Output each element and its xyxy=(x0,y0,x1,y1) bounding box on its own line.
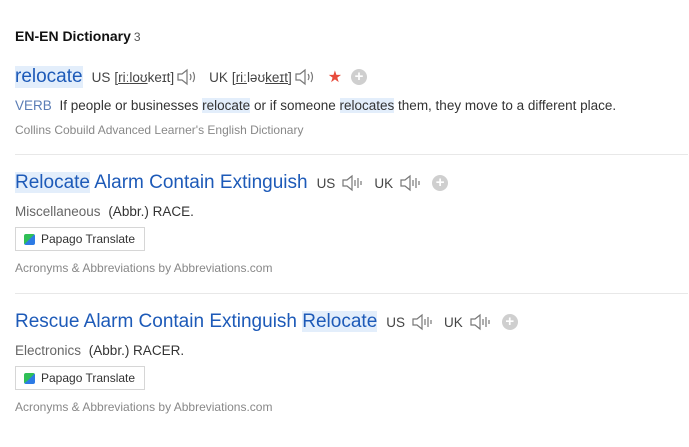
headword-link[interactable]: Relocate Alarm Contain Extinguish xyxy=(15,172,308,194)
speaker-icon[interactable] xyxy=(411,312,435,332)
result-count: 3 xyxy=(133,30,141,44)
speaker-icon[interactable] xyxy=(341,173,365,193)
papago-translate-button[interactable]: Papago Translate xyxy=(15,366,146,390)
uk-pronunciation: UK xyxy=(444,312,493,332)
headword-row: relocate US [riːloʊkeɪt] UK [riːləʊkeɪt]… xyxy=(15,66,688,88)
speaker-icon[interactable] xyxy=(399,173,423,193)
category-label: Electronics xyxy=(15,343,82,358)
speaker-icon[interactable] xyxy=(176,67,200,87)
entry-race: Relocate Alarm Contain Extinguish US UK … xyxy=(15,154,688,275)
us-pronunciation: US xyxy=(386,312,435,332)
source-label: Collins Cobuild Advanced Learner's Engli… xyxy=(15,123,304,137)
uk-label: UK xyxy=(374,175,394,191)
category-label: Miscellaneous xyxy=(15,204,101,219)
definition: VERB If people or businesses relocate or… xyxy=(15,98,617,113)
add-icon[interactable]: + xyxy=(351,69,368,85)
entry-racer: Rescue Alarm Contain Extinguish Relocate… xyxy=(15,293,688,414)
us-ipa: [riːloʊkeɪt] xyxy=(114,69,175,85)
add-icon[interactable]: + xyxy=(432,175,449,191)
headword-link[interactable]: Rescue Alarm Contain Extinguish Relocate xyxy=(15,311,378,333)
uk-label: UK xyxy=(444,314,463,330)
source-label: Acronyms & Abbreviations by Abbreviation… xyxy=(15,261,273,275)
us-label: US xyxy=(91,69,111,85)
uk-pronunciation: UK xyxy=(374,173,423,193)
star-icon[interactable]: ★ xyxy=(328,67,342,87)
speaker-icon[interactable] xyxy=(469,312,493,332)
dictionary-title: EN-EN Dictionary xyxy=(15,28,131,44)
headword-row: Rescue Alarm Contain Extinguish Relocate… xyxy=(15,311,688,333)
headword-link[interactable]: relocate xyxy=(15,66,83,88)
papago-icon xyxy=(24,372,35,384)
part-of-speech: VERB xyxy=(15,98,52,113)
uk-pronunciation: UK [riːləʊkeɪt] xyxy=(209,67,318,87)
headword-row: Relocate Alarm Contain Extinguish US UK … xyxy=(15,172,688,194)
us-pronunciation: US [riːloʊkeɪt] xyxy=(92,67,201,87)
dictionary-header: EN-EN Dictionary 3 xyxy=(15,28,141,44)
add-icon[interactable]: + xyxy=(501,314,518,330)
speaker-icon[interactable] xyxy=(294,67,318,87)
us-pronunciation: US xyxy=(317,173,366,193)
papago-icon xyxy=(24,233,35,245)
definition: Electronics (Abbr.) RACER. xyxy=(15,343,185,358)
entry-relocate: relocate US [riːloʊkeɪt] UK [riːləʊkeɪt]… xyxy=(15,66,688,137)
uk-ipa: [riːləʊkeɪt] xyxy=(231,69,292,85)
highlight-word: relocate xyxy=(202,98,251,113)
definition: Miscellaneous (Abbr.) RACE. xyxy=(15,204,194,219)
highlight-word: relocates xyxy=(339,98,395,113)
us-label: US xyxy=(386,314,406,330)
papago-translate-button[interactable]: Papago Translate xyxy=(15,227,146,251)
us-label: US xyxy=(316,175,336,191)
uk-label: UK xyxy=(209,69,228,85)
source-label: Acronyms & Abbreviations by Abbreviation… xyxy=(15,400,273,414)
